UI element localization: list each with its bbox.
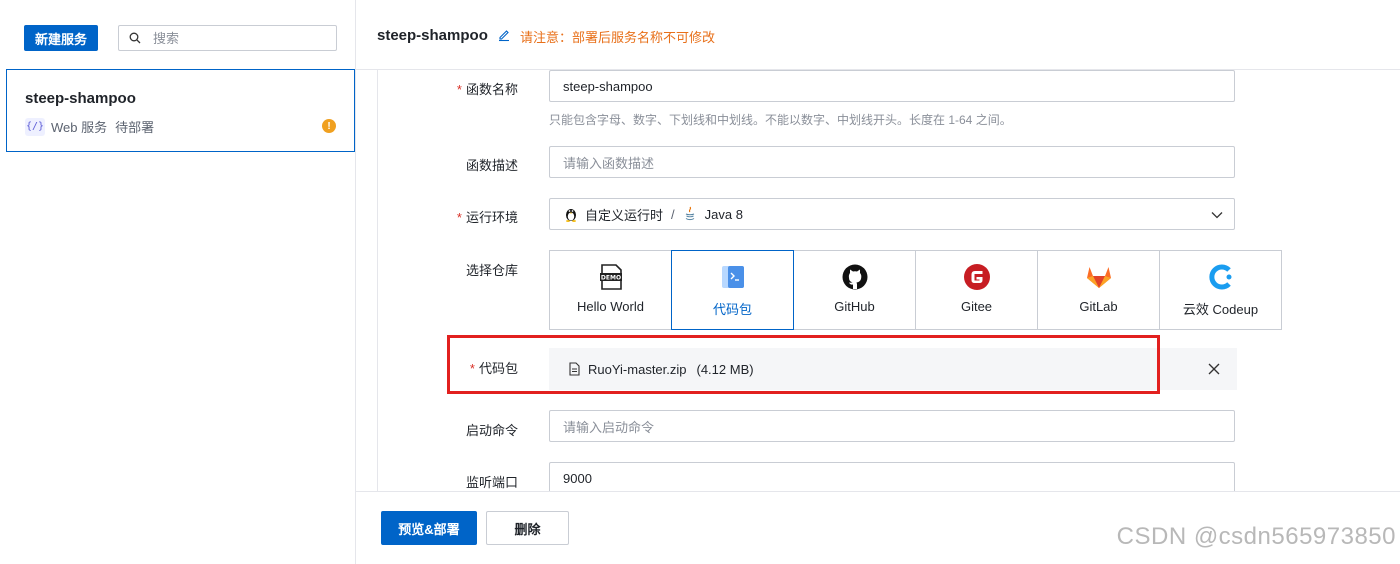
rename-warning: 请注意：部署后服务名称不可修改 xyxy=(520,30,716,45)
package-filename: RuoYi-master.zip xyxy=(588,361,687,377)
repo-option-label: 代码包 xyxy=(712,302,752,317)
service-card[interactable]: steep-shampoo {/} Web 服务 待部署 ! xyxy=(6,69,355,152)
port-input[interactable]: 9000 xyxy=(549,462,1235,491)
runtime-separator: / xyxy=(671,206,675,222)
function-form: * 函数名称 steep-shampoo 只能包含字母、数字、下划线和中划线。不能… xyxy=(377,70,1400,491)
repo-option-github[interactable]: GitHub xyxy=(793,250,916,330)
gitee-icon xyxy=(963,264,990,290)
start-cmd-label: 启动命令 xyxy=(465,423,518,438)
code-package-icon xyxy=(721,266,744,288)
repo-option-label: Hello World xyxy=(577,299,644,314)
start-cmd-input[interactable]: 请输入启动命令 xyxy=(549,410,1235,442)
file-icon xyxy=(569,362,580,376)
runtime-select[interactable]: 自定义运行时 / Java 8 xyxy=(549,198,1235,230)
page-title: steep-shampoo xyxy=(377,27,488,44)
runtime-lang: Java 8 xyxy=(704,206,743,222)
repo-option-label: Gitee xyxy=(960,299,993,314)
warning-icon: ! xyxy=(322,119,336,133)
chevron-down-icon xyxy=(1211,212,1223,219)
service-type: Web 服务 xyxy=(51,120,108,135)
search-input[interactable] xyxy=(153,30,323,46)
repo-option-code-package[interactable]: 代码包 xyxy=(671,250,794,330)
service-name: steep-shampoo xyxy=(25,90,136,107)
desc-label: 函数描述 xyxy=(465,158,518,173)
repo-label: 选择仓库 xyxy=(465,263,518,278)
repo-option-codeup[interactable]: 云效 Codeup xyxy=(1159,250,1282,330)
java-icon xyxy=(685,206,694,221)
codeup-icon xyxy=(1208,264,1231,290)
uploaded-package: RuoYi-master.zip (4.12 MB) xyxy=(549,348,1237,390)
package-size: (4.12 MB) xyxy=(696,361,754,377)
repo-option-label: GitLab xyxy=(1079,299,1118,314)
service-sidebar: 新建服务 steep-shampoo {/} Web 服务 待部署 ! xyxy=(0,0,356,564)
service-status: 待部署 xyxy=(115,120,155,135)
search-icon xyxy=(129,32,141,44)
app-root: 新建服务 steep-shampoo {/} Web 服务 待部署 ! stee… xyxy=(0,0,1400,564)
runtime-label: * 运行环境 xyxy=(456,210,518,225)
repo-option-label: 云效 Codeup xyxy=(1182,302,1259,317)
preview-deploy-button[interactable]: 预览&部署 xyxy=(381,511,477,545)
repo-option-gitlab[interactable]: GitLab xyxy=(1037,250,1160,330)
web-service-icon: {/} xyxy=(25,117,45,136)
port-label: 监听端口 xyxy=(465,475,518,490)
repo-option-hello-world[interactable]: DEMO Hello World xyxy=(549,250,672,330)
runtime-custom: 自定义运行时 xyxy=(585,207,664,223)
gitlab-icon xyxy=(1086,267,1111,288)
watermark: CSDN @csdn565973850 xyxy=(1116,523,1396,550)
linux-icon xyxy=(566,209,576,222)
new-service-button[interactable]: 新建服务 xyxy=(24,25,98,51)
search-box[interactable] xyxy=(118,25,337,51)
name-help: 只能包含字母、数字、下划线和中划线。不能以数字、中划线开头。长度在 1-64 之… xyxy=(549,113,1012,127)
repo-option-gitee[interactable]: Gitee xyxy=(915,250,1038,330)
page-header: steep-shampoo 请注意：部署后服务名称不可修改 xyxy=(356,0,1400,70)
delete-button[interactable]: 删除 xyxy=(486,511,569,545)
package-label: * 代码包 xyxy=(469,361,518,376)
function-desc-input[interactable]: 请输入函数描述 xyxy=(549,146,1235,178)
close-icon[interactable] xyxy=(1207,362,1221,376)
repo-options: DEMO Hello World 代码包 GitHub Gitee GitLab… xyxy=(549,250,1282,330)
repo-option-label: GitHub xyxy=(834,299,875,314)
service-meta: {/} Web 服务 待部署 xyxy=(25,117,154,136)
form-footer: 预览&部署 删除 CSDN @csdn565973850 xyxy=(356,491,1400,564)
function-name-input[interactable]: steep-shampoo xyxy=(549,70,1235,102)
github-icon xyxy=(842,264,867,290)
demo-icon: DEMO xyxy=(599,264,622,290)
edit-icon[interactable] xyxy=(497,28,511,42)
svg-text:DEMO: DEMO xyxy=(600,274,620,281)
name-label: * 函数名称 xyxy=(456,82,518,97)
